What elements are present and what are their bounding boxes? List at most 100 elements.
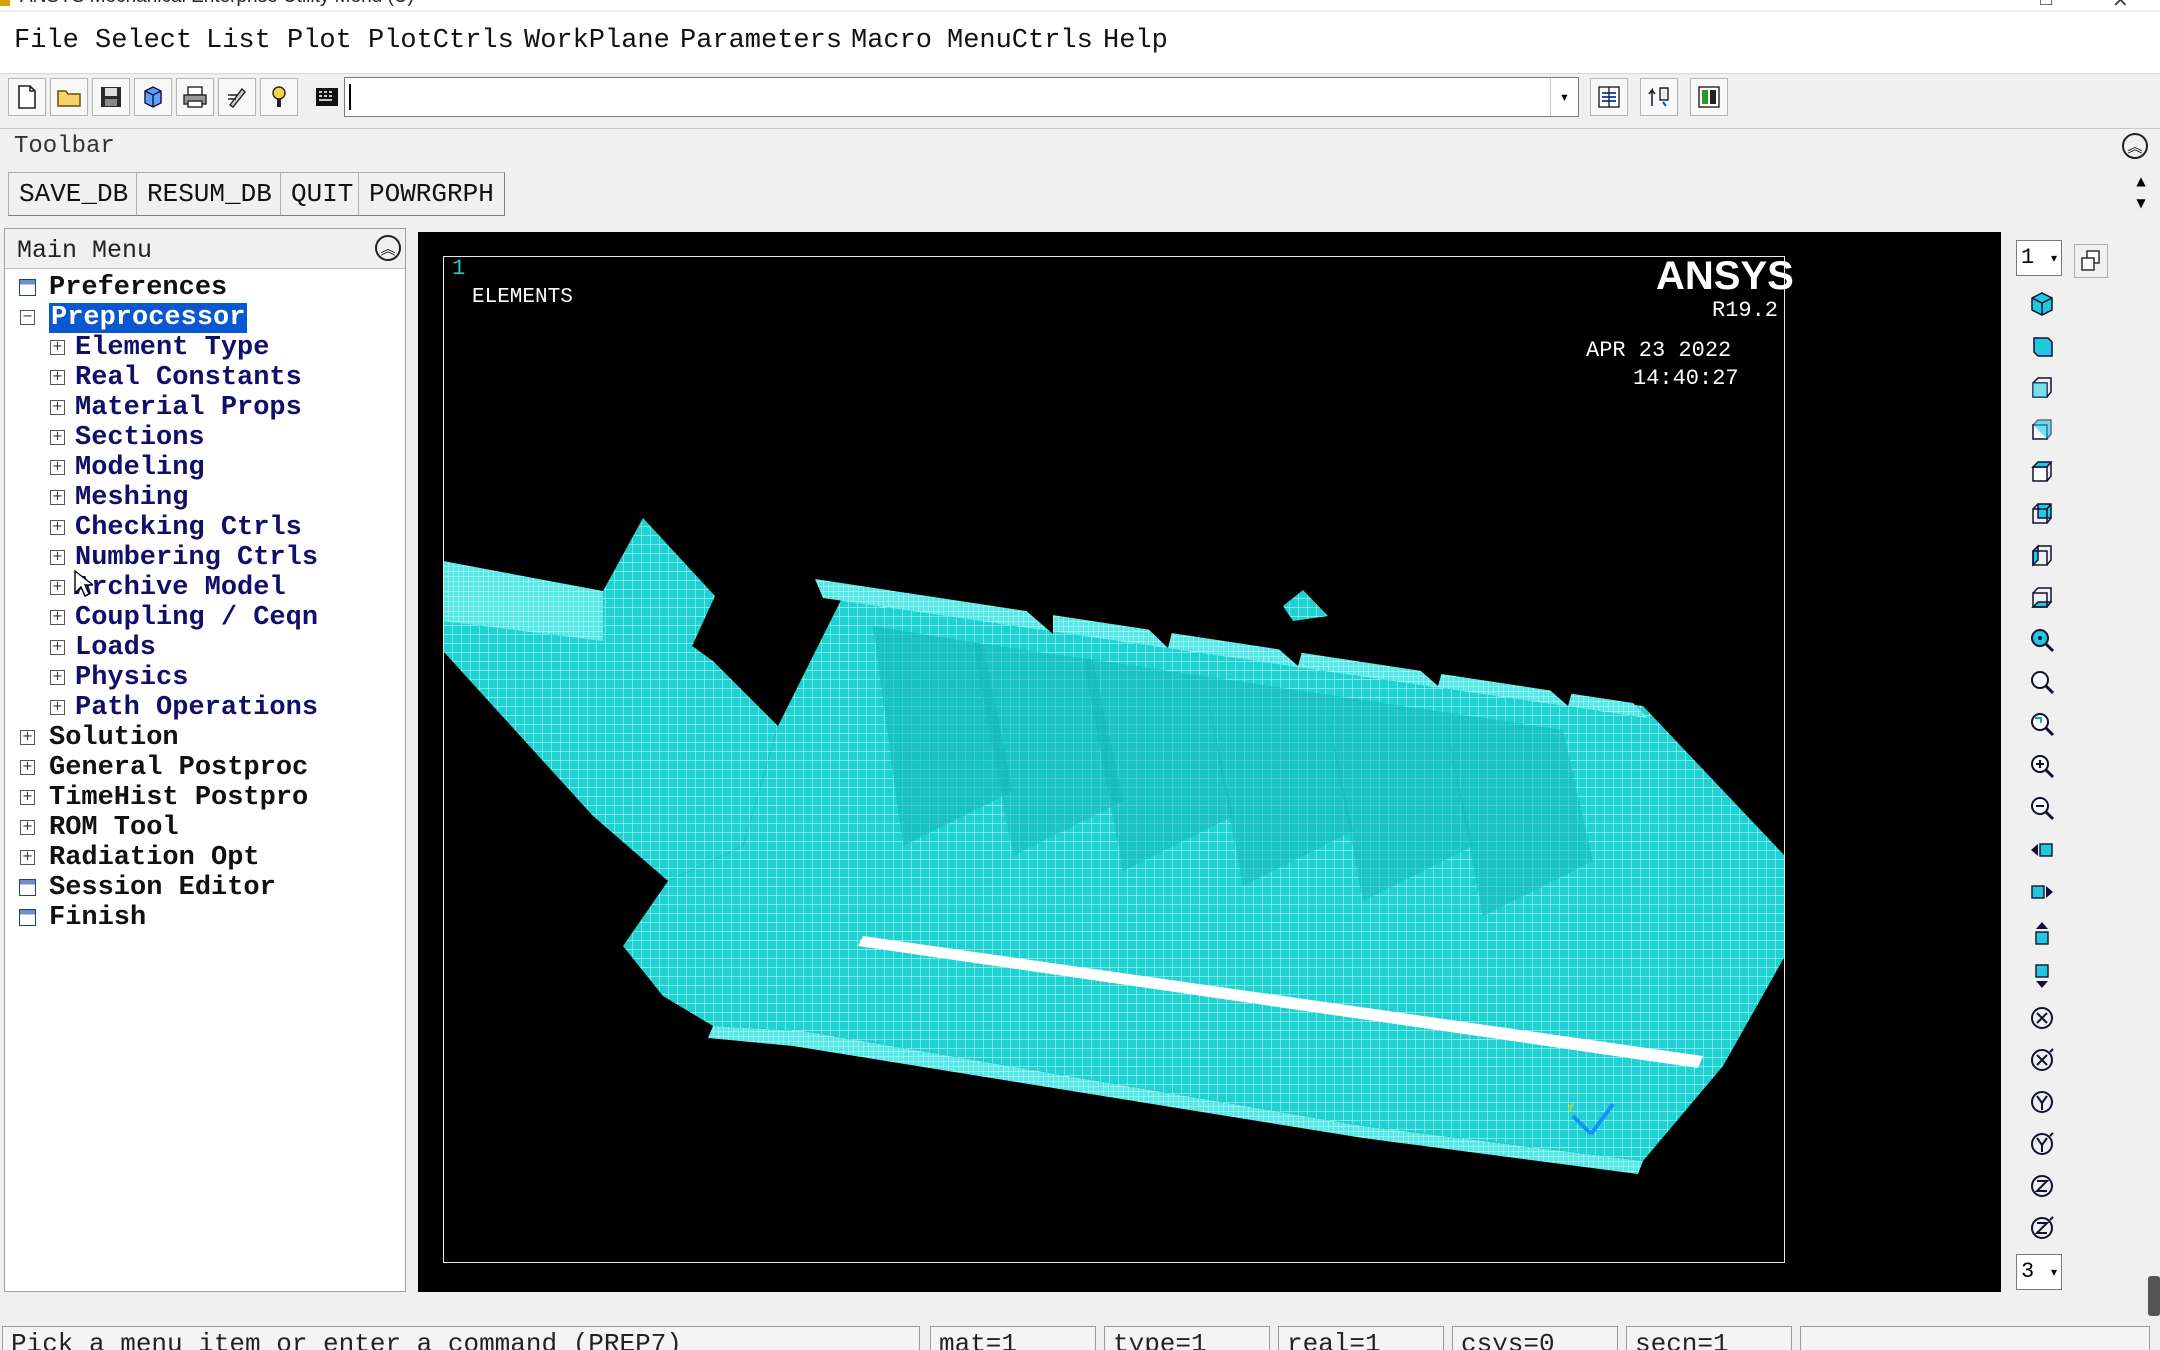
menu-workplane[interactable]: WorkPlane: [524, 26, 670, 56]
menu-parameters[interactable]: Parameters: [680, 26, 842, 56]
chevron-down-icon: ▾: [2050, 251, 2057, 265]
expand-node-icon[interactable]: +: [20, 820, 35, 835]
pan-down-icon[interactable]: [2024, 958, 2060, 994]
expand-node-icon[interactable]: +: [50, 400, 65, 415]
menu-menuctrls[interactable]: MenuCtrls: [947, 26, 1093, 56]
expand-node-icon[interactable]: +: [20, 790, 35, 805]
collapse-node-icon[interactable]: −: [20, 310, 35, 325]
raise-hidden-icon[interactable]: [1590, 78, 1628, 116]
maximize-icon[interactable]: □: [2040, 0, 2052, 10]
pan-up-icon[interactable]: [2024, 916, 2060, 952]
zoom-in-icon[interactable]: [2024, 748, 2060, 784]
box-zoom-icon[interactable]: [2024, 664, 2060, 700]
rotate-y-plus-icon[interactable]: [2024, 1084, 2060, 1120]
expand-node-icon[interactable]: +: [50, 640, 65, 655]
contact-manager-icon[interactable]: [1690, 78, 1728, 116]
plot-time: 14:40:27: [1633, 366, 1739, 391]
right-view-icon[interactable]: [2024, 412, 2060, 448]
window-title: ANSYS Mechanical Enterprise Utility Menu…: [20, 0, 414, 8]
command-input[interactable]: ▾: [344, 77, 1579, 117]
reset-picking-icon[interactable]: [1640, 78, 1678, 116]
close-icon[interactable]: ✕: [2112, 0, 2129, 10]
pan-left-icon[interactable]: [2024, 832, 2060, 868]
menu-plotctrls[interactable]: PlotCtrls: [368, 26, 514, 56]
window-select[interactable]: 1 ▾: [2016, 240, 2062, 276]
chevron-down-icon[interactable]: ▾: [1550, 78, 1578, 116]
left-view-icon[interactable]: [2024, 538, 2060, 574]
expand-node-icon[interactable]: +: [50, 700, 65, 715]
status-type: type=1: [1104, 1326, 1270, 1350]
menu-macro[interactable]: Macro: [851, 26, 932, 56]
expand-node-icon[interactable]: +: [20, 760, 35, 775]
toolbar-header: Toolbar ︽: [0, 128, 2160, 164]
expand-node-icon[interactable]: +: [20, 850, 35, 865]
rotate-x-minus-icon[interactable]: [2024, 1042, 2060, 1078]
pan-zoom-rotate-icon[interactable]: [134, 78, 172, 116]
plot-label: ELEMENTS: [472, 286, 573, 309]
resum-db-button[interactable]: RESUM_DB: [136, 172, 283, 216]
expand-node-icon[interactable]: +: [50, 610, 65, 625]
command-window-icon[interactable]: [308, 78, 346, 116]
rotate-z-plus-icon[interactable]: [2024, 1168, 2060, 1204]
expand-node-icon[interactable]: +: [50, 340, 65, 355]
main-menu-panel: Main Menu ︽ Preferences − Preprocessor +…: [4, 228, 406, 1292]
menu-help[interactable]: Help: [1103, 26, 1168, 56]
zoom-icon[interactable]: [2024, 622, 2060, 658]
leaf-command-icon: [19, 879, 36, 896]
save-db-button[interactable]: SAVE_DB: [8, 172, 140, 216]
save-icon[interactable]: [92, 78, 130, 116]
menu-select[interactable]: Select: [95, 26, 192, 56]
rotate-x-plus-icon[interactable]: [2024, 1000, 2060, 1036]
expand-node-icon[interactable]: +: [50, 550, 65, 565]
window-titlebar: ANSYS Mechanical Enterprise Utility Menu…: [0, 0, 2160, 10]
help-icon[interactable]: [260, 78, 298, 116]
status-prompt: Pick a menu item or enter a command (PRE…: [2, 1326, 920, 1350]
resize-grip[interactable]: [2148, 1276, 2160, 1316]
plot-frame: [443, 256, 1785, 1263]
top-view-icon[interactable]: [2024, 454, 2060, 490]
report-generator-icon[interactable]: [218, 78, 256, 116]
scroll-up-icon[interactable]: ▲: [2130, 170, 2152, 192]
expand-node-icon[interactable]: +: [50, 370, 65, 385]
expand-node-icon[interactable]: +: [50, 520, 65, 535]
expand-node-icon[interactable]: +: [50, 490, 65, 505]
status-secn: secn=1: [1626, 1326, 1792, 1350]
menu-file[interactable]: File: [14, 26, 79, 56]
print-icon[interactable]: [176, 78, 214, 116]
new-file-icon[interactable]: [8, 78, 46, 116]
bottom-view-icon[interactable]: [2024, 580, 2060, 616]
toolbar-scroll[interactable]: ▲ ▼: [2130, 170, 2152, 216]
back-view-icon[interactable]: [2024, 496, 2060, 532]
window-number: 1: [452, 256, 466, 281]
powrgrph-button[interactable]: POWRGRPH: [358, 172, 505, 216]
rotation-increment-select[interactable]: 3 ▾: [2016, 1254, 2062, 1290]
quit-button[interactable]: QUIT: [280, 172, 365, 216]
menu-plot[interactable]: Plot: [287, 26, 352, 56]
oblique-view-icon[interactable]: [2024, 328, 2060, 364]
leaf-command-icon: [19, 279, 36, 296]
scroll-down-icon[interactable]: ▼: [2130, 192, 2152, 214]
chevron-down-icon: ▾: [2050, 1265, 2057, 1279]
rotate-y-minus-icon[interactable]: [2024, 1126, 2060, 1162]
expand-node-icon[interactable]: +: [20, 730, 35, 745]
main-menu-title: Main Menu: [17, 236, 153, 265]
expand-node-icon[interactable]: +: [50, 670, 65, 685]
menu-list[interactable]: List: [206, 26, 271, 56]
expand-node-icon[interactable]: +: [50, 580, 65, 595]
collapse-main-menu-icon[interactable]: ︽: [375, 235, 401, 261]
toolbar-title: Toolbar: [14, 133, 115, 160]
ansys-brand: ANSYS: [1656, 254, 1794, 298]
dynamic-model-icon[interactable]: [2074, 244, 2108, 278]
rotate-z-minus-icon[interactable]: [2024, 1210, 2060, 1246]
open-file-icon[interactable]: [50, 78, 88, 116]
collapse-toolbar-icon[interactable]: ︽: [2122, 133, 2148, 159]
status-empty-field: [1800, 1326, 2150, 1350]
iso-view-icon[interactable]: [2024, 286, 2060, 322]
status-csys: csys=0: [1452, 1326, 1618, 1350]
zoom-out-icon[interactable]: [2024, 790, 2060, 826]
win-zoom-icon[interactable]: [2024, 706, 2060, 742]
expand-node-icon[interactable]: +: [50, 430, 65, 445]
front-view-icon[interactable]: [2024, 370, 2060, 406]
expand-node-icon[interactable]: +: [50, 460, 65, 475]
pan-right-icon[interactable]: [2024, 874, 2060, 910]
